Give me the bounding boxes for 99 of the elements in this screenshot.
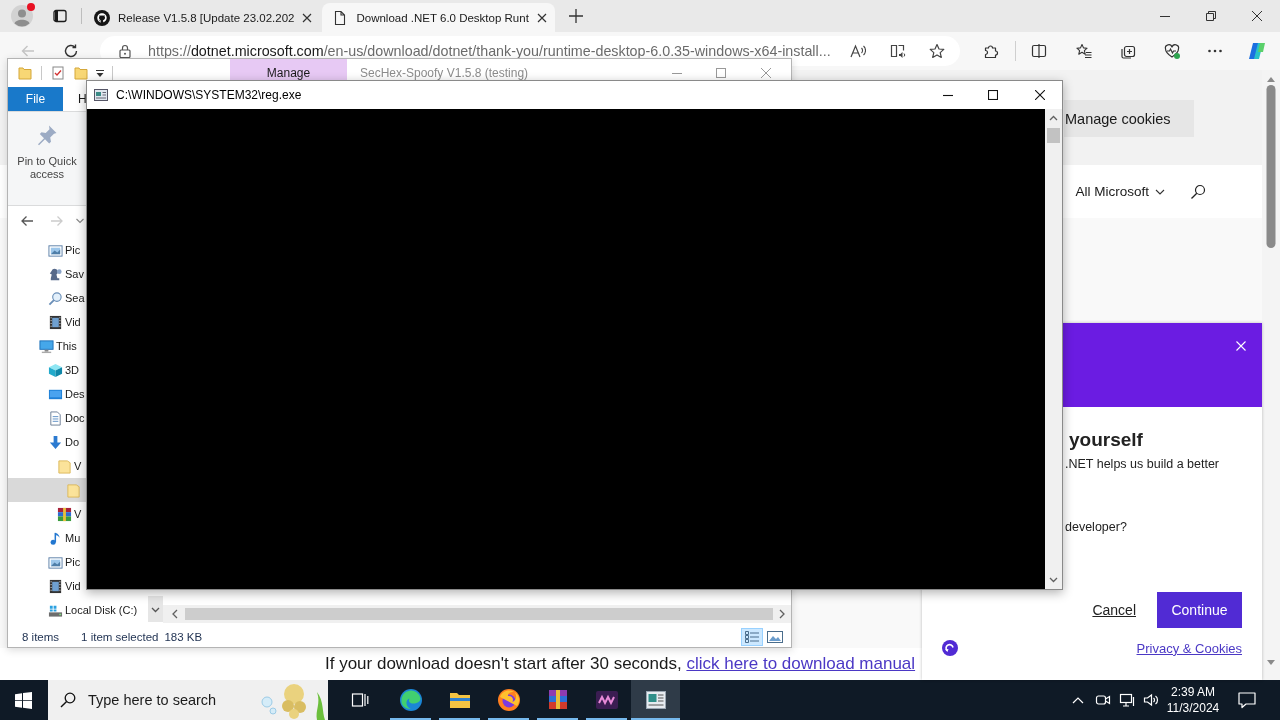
console-window-icon [94,88,108,102]
swirl-logo-icon [398,688,423,712]
network-icon[interactable] [1119,692,1135,708]
collections-icon[interactable] [1120,43,1136,59]
folder-icon [57,458,72,474]
magnifier-icon [48,290,63,306]
lock-icon[interactable] [118,44,132,58]
search-box[interactable]: Type here to search [48,680,328,720]
star-icon[interactable] [929,43,945,59]
fox-globe-icon [496,688,521,712]
split-screen-icon[interactable] [1031,43,1047,59]
privacy-link[interactable]: Privacy & Cookies [1136,640,1242,656]
picture-frame-icon [48,554,63,570]
browser-tab[interactable]: Release V1.5.8 [Update 23.02.202 [84,3,321,32]
ribbon-tab[interactable]: File [8,87,63,111]
chevron-up-icon[interactable] [1072,696,1084,704]
logo-tile-icon [594,688,619,712]
document-icon [48,410,63,426]
close-icon[interactable] [536,12,547,23]
nav-menu-button[interactable]: All Microsoft [1075,184,1165,199]
console-window-icon [643,688,668,712]
notification-icon[interactable] [1238,691,1256,709]
tree-item[interactable]: Pic [8,550,86,574]
tree-item[interactable]: This [8,334,86,358]
tree-item[interactable]: Sav [8,262,86,286]
tree-item[interactable]: Mu [8,526,86,550]
dialog-text: .NET helps us build a better [1065,456,1220,472]
close-icon[interactable] [302,12,313,23]
tree-item[interactable]: V [8,454,86,478]
manage-cookies-button[interactable]: Manage cookies [1064,100,1194,137]
download-link[interactable]: click here to download manual [686,654,916,673]
camera-icon[interactable] [1095,692,1111,708]
status-text: 8 items [22,631,60,643]
game-piece-icon [48,266,63,282]
tree-item[interactable]: Do [8,430,86,454]
window-title: SecHex-Spoofy V1.5.8 (testing) [360,66,529,80]
read-aloud-icon[interactable] [850,43,866,59]
pushpin-icon [36,124,58,146]
puzzle-icon[interactable] [983,43,999,59]
tree-item[interactable]: Vid [8,574,86,598]
large-icons-view-icon[interactable] [765,629,785,645]
horizontal-scrollbar[interactable] [163,605,791,623]
search-field[interactable]: Type here to search [88,692,248,708]
ribbon-tab[interactable]: H [63,87,87,111]
pin-button[interactable]: Pin to Quick access [12,124,82,181]
refresh-icon[interactable] [63,43,79,59]
browser-tab[interactable]: Download .NET 6.0 Desktop Runt [322,3,555,32]
close-icon[interactable] [1252,11,1262,21]
film-strip-icon [48,314,63,330]
download-note: If your download doesn't start after 30 seconds, click here to download manual [325,654,916,674]
close-icon[interactable] [1035,90,1045,100]
task-view-icon[interactable] [351,691,369,709]
film-strip-icon [48,578,63,594]
monitor-icon [39,338,54,354]
restore-icon[interactable] [1206,11,1216,21]
new-tab-icon[interactable] [568,9,583,23]
details-view-icon[interactable] [742,629,762,645]
tree-item[interactable]: Vid [8,310,86,334]
maximize-icon[interactable] [988,90,998,100]
heart-pulse-icon[interactable] [1164,43,1180,59]
properties-icon[interactable] [51,66,65,80]
favorites-icon[interactable] [1076,43,1092,59]
cat-logo-icon [94,9,110,26]
chevron-down-icon [1155,188,1165,195]
clock-date[interactable]: 11/3/2024 [1166,700,1220,716]
tree-item[interactable]: Local Disk (C:) [8,598,138,622]
status-text: 1 item selected [81,631,159,643]
dialog-text: developer? [1065,519,1127,535]
cube-icon [48,362,63,378]
dialog-heading: yourself [1069,429,1143,451]
status-text: 183 KB [164,631,203,643]
search-icon[interactable] [1190,183,1206,200]
taskbar-app-button[interactable] [631,680,680,720]
clock-time[interactable]: 2:39 AM [1171,684,1215,700]
url-text: https://dotnet.microsoft.com/en-us/download/dotnet/thank-you/runtime-desktop-6.0.35-windows-x64-install... [148,43,831,59]
copilot-icon[interactable] [1247,41,1267,61]
tree-item[interactable]: Doc [8,406,86,430]
console-scrollbar[interactable] [1045,109,1062,589]
down-arrow-icon [48,434,63,450]
tab-actions-icon[interactable] [52,8,68,24]
manage-tab[interactable]: Manage [230,59,347,80]
window-title: C:\WINDOWS\SYSTEM32\reg.exe [116,88,302,102]
picture-frame-icon [48,242,63,258]
continue-button[interactable]: Continue [1157,592,1242,628]
tree-item[interactable]: Des [8,382,86,406]
cancel-link[interactable]: Cancel [1092,602,1136,618]
tree-item[interactable]: V [8,502,86,526]
stacked-books-icon [57,506,72,522]
immersive-reader-icon[interactable] [890,43,906,59]
tree-item[interactable]: Sea [8,286,86,310]
chevron-down-icon[interactable] [76,218,84,224]
search-icon [60,692,76,708]
tree-item[interactable]: Pic [8,238,86,262]
caret-icon[interactable] [96,68,104,78]
profile-avatar-icon[interactable] [11,5,33,27]
start-icon[interactable] [15,691,32,709]
volume-icon[interactable] [1143,692,1159,708]
tree-item[interactable]: 3D [8,358,86,382]
folder-icon [66,482,81,498]
